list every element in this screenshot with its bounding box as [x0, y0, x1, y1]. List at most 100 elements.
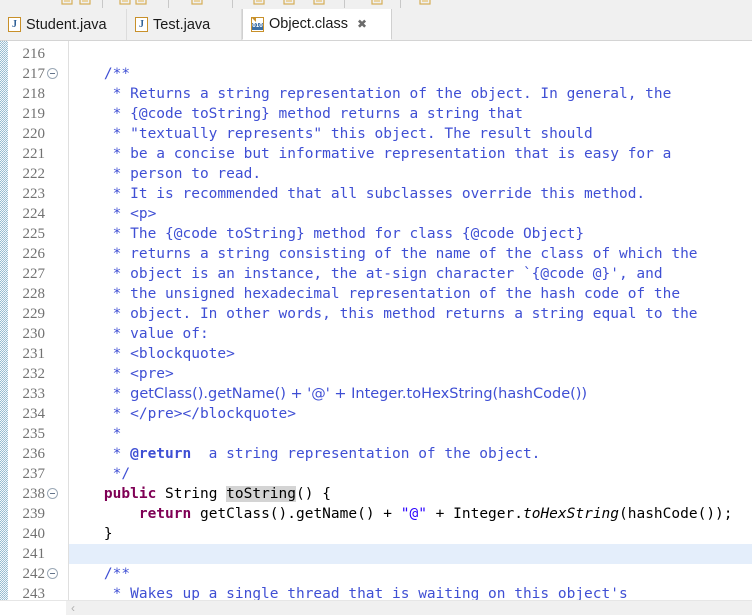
- line-number[interactable]: 238: [8, 484, 46, 504]
- code-token: (hashCode());: [619, 506, 733, 522]
- new-window-icon[interactable]: [418, 0, 432, 6]
- editor-tab-bar: Student.java Test.java Object.class ✖: [0, 9, 752, 41]
- line-number[interactable]: 236: [8, 444, 46, 464]
- line-number[interactable]: 240: [8, 524, 46, 544]
- code-line[interactable]: * getClass().getName() + '@' + Integer.t…: [69, 384, 587, 404]
- external-tools-icon[interactable]: [312, 0, 326, 6]
- line-number-gutter[interactable]: 216 217 218 219 220 221 222 223 224 225 226 227 228 2…: [8, 41, 69, 600]
- open-folder-icon[interactable]: [60, 0, 74, 6]
- code-line[interactable]: */: [69, 464, 130, 484]
- debug-icon[interactable]: [282, 0, 296, 6]
- line-number[interactable]: 221: [8, 144, 46, 164]
- code-token: * Returns a string representation of the…: [69, 86, 672, 102]
- toolbar-separator-2: [232, 0, 233, 8]
- tab-student-java[interactable]: Student.java: [0, 9, 127, 40]
- tab-label: Test.java: [153, 16, 211, 33]
- line-number[interactable]: 224: [8, 204, 46, 224]
- run-icon[interactable]: [252, 0, 266, 6]
- code-line[interactable]: * object. In other words, this method re…: [69, 304, 698, 324]
- line-number[interactable]: 241: [8, 544, 46, 564]
- line-number[interactable]: 228: [8, 284, 46, 304]
- line-number[interactable]: 239: [8, 504, 46, 524]
- line-number[interactable]: 218: [8, 84, 46, 104]
- line-number[interactable]: 233: [8, 384, 46, 404]
- line-number[interactable]: 230: [8, 324, 46, 344]
- code-line[interactable]: /**: [69, 64, 130, 84]
- toggle-breadcrumb-icon[interactable]: [134, 0, 148, 6]
- code-token: * <p>: [69, 206, 157, 222]
- save-icon[interactable]: [78, 0, 92, 6]
- code-line[interactable]: * "textually represents" this object. Th…: [69, 124, 593, 144]
- code-token: String: [156, 486, 227, 502]
- line-number[interactable]: 227: [8, 264, 46, 284]
- line-number[interactable]: 225: [8, 224, 46, 244]
- scroll-left-arrow-icon[interactable]: ‹: [66, 601, 80, 615]
- line-number[interactable]: 226: [8, 244, 46, 264]
- code-token: * Wakes up a single thread that is waiti…: [69, 586, 628, 600]
- line-number[interactable]: 229: [8, 304, 46, 324]
- code-line[interactable]: * be a concise but informative represent…: [69, 144, 672, 164]
- fold-collapse-icon[interactable]: [47, 68, 58, 79]
- code-line[interactable]: * object is an instance, the at-sign cha…: [69, 264, 663, 284]
- code-line[interactable]: * The {@code toString} method for class …: [69, 224, 584, 244]
- code-token: getClass().getName() + '@' + Integer.toH…: [130, 386, 588, 402]
- java-file-icon: [8, 17, 21, 32]
- horizontal-scrollbar[interactable]: ‹: [0, 600, 752, 615]
- code-line[interactable]: * <pre>: [69, 364, 174, 384]
- code-token: "@": [400, 506, 427, 522]
- tab-test-java[interactable]: Test.java: [127, 9, 242, 40]
- fold-collapse-icon[interactable]: [47, 568, 58, 579]
- code-line[interactable]: * value of:: [69, 324, 209, 344]
- code-line[interactable]: /**: [69, 564, 130, 584]
- code-line[interactable]: * Wakes up a single thread that is waiti…: [69, 584, 628, 600]
- line-number[interactable]: 243: [8, 584, 46, 600]
- code-line[interactable]: * Returns a string representation of the…: [69, 84, 672, 104]
- code-line[interactable]: * @return a string representation of the…: [69, 444, 541, 464]
- current-line-highlight: [69, 544, 752, 564]
- code-line[interactable]: * <blockquote>: [69, 344, 235, 364]
- code-line[interactable]: return getClass().getName() + "@" + Inte…: [69, 504, 733, 524]
- fold-collapse-icon[interactable]: [47, 488, 58, 499]
- code-line[interactable]: * <p>: [69, 204, 157, 224]
- line-number[interactable]: 219: [8, 104, 46, 124]
- code-token: public: [103, 486, 157, 502]
- tab-object-class[interactable]: Object.class ✖: [242, 9, 392, 40]
- code-line[interactable]: *: [69, 424, 122, 444]
- code-line[interactable]: }: [69, 524, 113, 544]
- line-number[interactable]: 231: [8, 344, 46, 364]
- code-line[interactable]: * the unsigned hexadecimal representatio…: [69, 284, 680, 304]
- code-line[interactable]: * It is recommended that all subclasses …: [69, 184, 646, 204]
- code-line[interactable]: * returns a string consisting of the nam…: [69, 244, 698, 264]
- line-number[interactable]: 235: [8, 424, 46, 444]
- line-number[interactable]: 223: [8, 184, 46, 204]
- code-line[interactable]: public String toString() {: [69, 484, 331, 504]
- scrollbar-corner: [0, 601, 66, 615]
- line-number[interactable]: 222: [8, 164, 46, 184]
- code-line[interactable]: * person to read.: [69, 164, 261, 184]
- line-number[interactable]: 220: [8, 124, 46, 144]
- next-annotation-icon[interactable]: [370, 0, 384, 6]
- tab-label: Student.java: [26, 16, 107, 33]
- line-number[interactable]: 237: [8, 464, 46, 484]
- line-number[interactable]: 242: [8, 564, 46, 584]
- print-icon[interactable]: [118, 0, 132, 6]
- code-token: toString: [226, 486, 296, 502]
- line-number[interactable]: 232: [8, 364, 46, 384]
- code-text-area[interactable]: /** * Returns a string representation of…: [69, 41, 752, 600]
- code-token: * "textually represents" this object. Th…: [69, 126, 593, 142]
- tab-close-icon[interactable]: ✖: [357, 18, 367, 30]
- line-number[interactable]: 217: [8, 64, 46, 84]
- code-token: * The {@code toString} method for class …: [69, 226, 585, 242]
- line-number[interactable]: 216: [8, 44, 46, 64]
- code-token: *: [69, 426, 122, 442]
- code-token: return: [138, 506, 192, 522]
- code-editor[interactable]: 216 217 218 219 220 221 222 223 224 225 226 227 228 2…: [0, 41, 752, 600]
- code-line[interactable]: * {@code toString} method returns a stri…: [69, 104, 523, 124]
- code-token: * </pre></blockquote>: [69, 406, 296, 422]
- code-token: */: [69, 466, 131, 482]
- code-line[interactable]: * </pre></blockquote>: [69, 404, 296, 424]
- code-token: *: [69, 446, 131, 462]
- line-number[interactable]: 234: [8, 404, 46, 424]
- new-java-class-icon[interactable]: [190, 0, 204, 6]
